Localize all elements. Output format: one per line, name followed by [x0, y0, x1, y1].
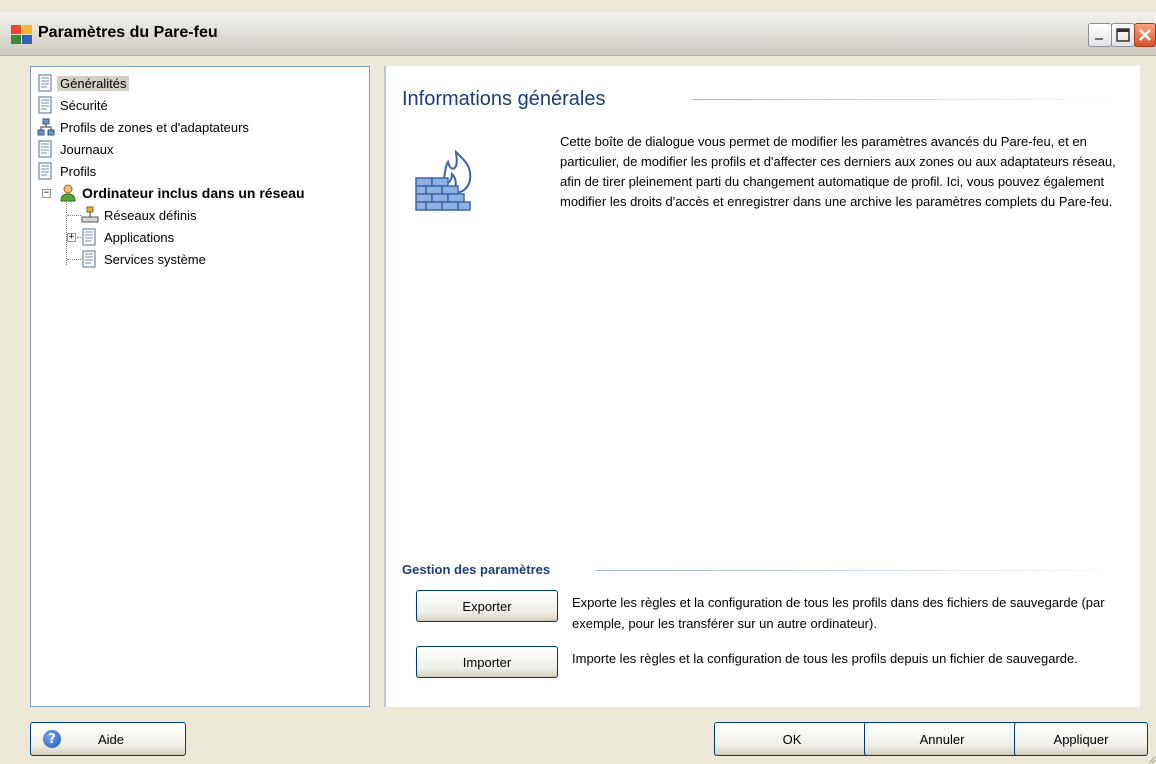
user-icon	[60, 184, 76, 202]
cancel-button[interactable]: Annuler	[864, 722, 1020, 756]
tree-item-label: Profils	[60, 163, 97, 179]
tree-item-ordinateur-reseau[interactable]: Ordinateur inclus dans un réseau	[59, 183, 308, 203]
document-list-icon	[38, 162, 52, 180]
help-button[interactable]: ? Aide	[30, 722, 186, 756]
help-icon: ?	[43, 730, 61, 748]
tree-item-securite[interactable]: Sécurité	[37, 95, 111, 115]
avg-logo-icon	[11, 25, 32, 44]
expand-toggle[interactable]: +	[67, 233, 76, 242]
window-title: Paramètres du Pare-feu	[38, 24, 218, 41]
network-icon	[81, 206, 99, 223]
section-divider	[596, 570, 1132, 571]
section-title: Gestion des paramètres	[402, 562, 551, 577]
tree-connector	[66, 195, 67, 265]
tree-item-label: Journaux	[60, 141, 114, 157]
resize-grip-icon[interactable]	[1148, 756, 1156, 764]
help-button-label: Aide	[97, 731, 125, 747]
export-button[interactable]: Exporter	[416, 590, 558, 622]
close-button[interactable]	[1134, 23, 1156, 47]
tree-item-reseaux-definis[interactable]: Réseaux définis	[81, 205, 200, 225]
panel-splitter[interactable]	[372, 66, 382, 707]
page-title: Informations générales	[402, 88, 606, 110]
network-icon	[37, 118, 55, 136]
tree-item-profils[interactable]: Profils	[37, 161, 99, 181]
title-bar[interactable]: Paramètres du Pare-feu	[0, 12, 1156, 56]
tree-item-label: Services système	[104, 251, 206, 267]
firewall-icon	[415, 149, 472, 211]
collapse-toggle[interactable]: −	[42, 189, 51, 198]
document-list-icon	[82, 228, 96, 246]
tree-item-applications[interactable]: Applications	[81, 227, 177, 247]
description-text: Cette boîte de dialogue vous permet de m…	[560, 134, 1116, 209]
tree-item-label: Réseaux définis	[104, 207, 197, 223]
tree-item-generalites[interactable]: Généralités	[37, 73, 130, 93]
export-description: Exporte les règles et la configuration d…	[572, 595, 1105, 631]
tree-item-journaux[interactable]: Journaux	[37, 139, 116, 159]
firewall-settings-window: Paramètres du Pare-feu Généralités Sécur…	[0, 0, 1156, 764]
tree-item-services-systeme[interactable]: Services système	[81, 249, 209, 269]
document-list-icon	[38, 96, 52, 114]
apply-button[interactable]: Appliquer	[1014, 722, 1148, 756]
tree-item-label: Applications	[104, 229, 175, 245]
import-description: Importe les règles et la configuration d…	[572, 651, 1078, 666]
tree-item-label: Ordinateur inclus dans un réseau	[82, 185, 305, 201]
maximize-button[interactable]	[1111, 23, 1135, 47]
tree-item-label: Généralités	[57, 75, 130, 91]
tree-connector	[67, 215, 81, 216]
maximize-icon	[1116, 28, 1130, 42]
document-list-icon	[38, 74, 52, 92]
tree-connector	[67, 259, 81, 260]
ok-button[interactable]: OK	[714, 722, 870, 756]
tree-item-label: Profils de zones et d'adaptateurs	[60, 119, 249, 135]
import-button[interactable]: Importer	[416, 646, 558, 678]
minimize-icon	[1095, 38, 1103, 40]
tree-item-label: Sécurité	[60, 97, 108, 113]
tree-item-profils-zones[interactable]: Profils de zones et d'adaptateurs	[37, 117, 252, 137]
content-panel: Informations générales Cette boîte de di…	[384, 66, 1140, 707]
settings-tree[interactable]: Généralités Sécurité Profils de zones et…	[30, 66, 370, 707]
close-icon	[1139, 29, 1151, 41]
heading-divider	[692, 99, 1132, 100]
document-list-icon	[82, 250, 96, 268]
minimize-button[interactable]	[1088, 23, 1112, 47]
document-list-icon	[38, 140, 52, 158]
